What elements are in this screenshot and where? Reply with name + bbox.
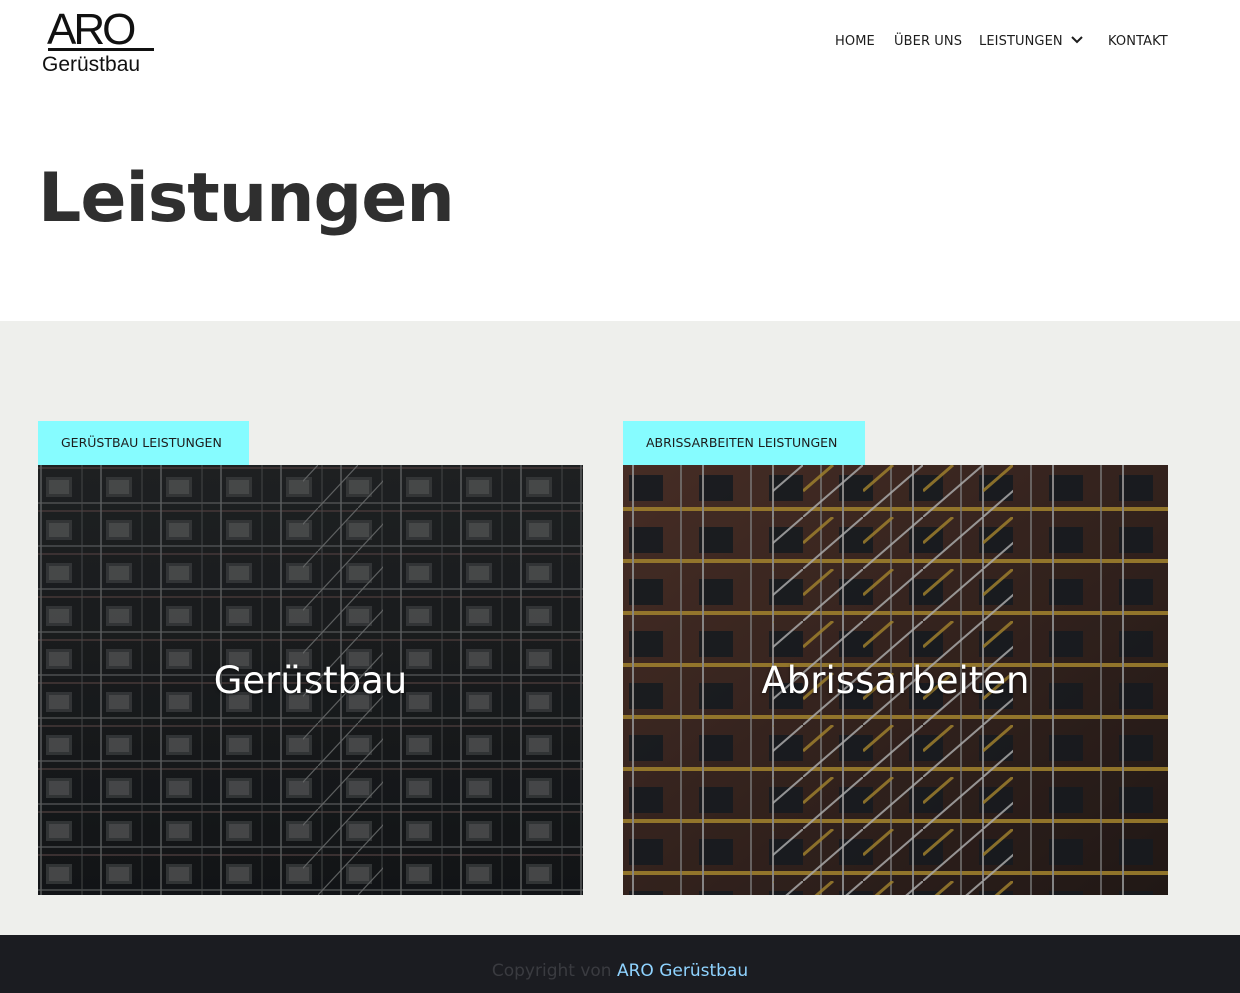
- logo-main-text: ARO: [47, 5, 136, 54]
- service-title-demolition: Abrissarbeiten: [761, 658, 1030, 702]
- nav-item-services[interactable]: LEISTUNGEN: [979, 32, 1063, 52]
- nav-item-home[interactable]: HOME: [835, 32, 875, 52]
- site-footer: Copyright von ARO Gerüstbau: [0, 935, 1240, 993]
- copyright-prefix: Copyright von: [491, 961, 617, 981]
- page-title: Leistungen: [38, 159, 455, 238]
- service-tag-scaffolding[interactable]: GERÜSTBAU LEISTUNGEN: [38, 421, 249, 465]
- service-card-scaffolding: GERÜSTBAU LEISTUNGEN Gerüstbau: [38, 421, 583, 895]
- footer-brand-link[interactable]: ARO Gerüstbau: [617, 961, 748, 981]
- service-image-demolition[interactable]: Abrissarbeiten: [623, 465, 1168, 895]
- logo-underline: [48, 48, 154, 51]
- service-card-demolition: ABRISSARBEITEN LEISTUNGEN Abrissarbeiten: [623, 421, 1168, 895]
- services-section: GERÜSTBAU LEISTUNGEN Gerüstbau ABRISSARB…: [0, 321, 1240, 935]
- logo-sub-text: Gerüstbau: [42, 53, 141, 76]
- chevron-down-icon[interactable]: [1070, 33, 1084, 47]
- service-tag-demolition[interactable]: ABRISSARBEITEN LEISTUNGEN: [623, 421, 865, 465]
- site-header: ARO Gerüstbau HOME ÜBER UNS LEISTUNGEN K…: [0, 0, 1240, 100]
- copyright: Copyright von ARO Gerüstbau: [0, 959, 1240, 983]
- service-title-scaffolding: Gerüstbau: [213, 658, 408, 702]
- service-image-scaffolding[interactable]: Gerüstbau: [38, 465, 583, 895]
- nav-item-about[interactable]: ÜBER UNS: [894, 32, 962, 52]
- nav-item-contact[interactable]: KONTAKT: [1108, 32, 1168, 52]
- site-logo[interactable]: ARO Gerüstbau: [42, 6, 156, 78]
